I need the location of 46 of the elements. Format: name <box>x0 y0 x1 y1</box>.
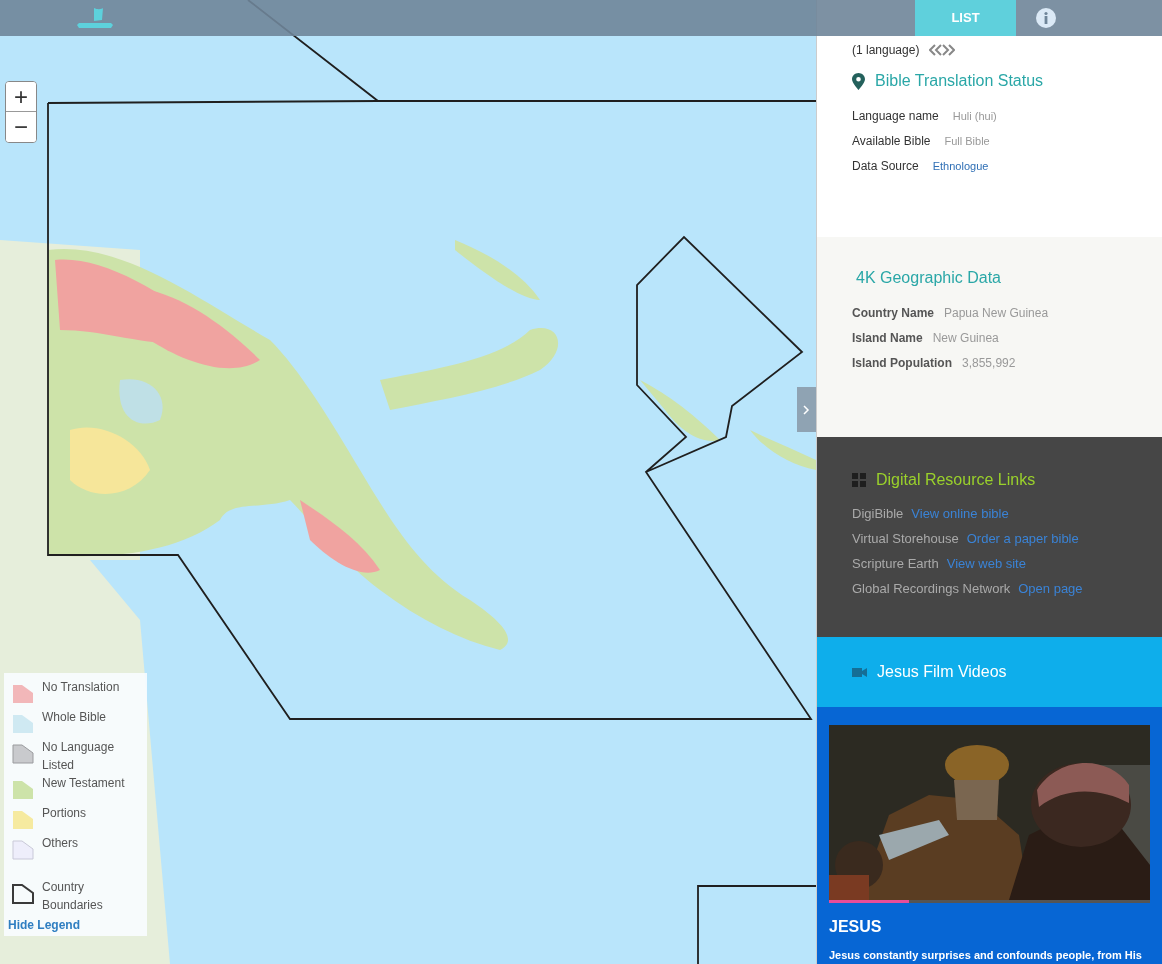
field-label: Island Name <box>852 330 923 347</box>
section-title: Digital Resource Links <box>876 470 1036 490</box>
field-label: Data Source <box>852 158 919 175</box>
field-label: Country Name <box>852 305 934 322</box>
section-title: Bible Translation Status <box>875 71 1044 91</box>
legend-label: Others <box>42 835 79 852</box>
next-icon[interactable] <box>942 44 956 56</box>
previous-icon[interactable] <box>929 44 943 56</box>
panel-toggle-button[interactable] <box>797 387 816 432</box>
data-source-link[interactable]: Ethnologue <box>932 158 989 175</box>
legend-label: Portions <box>42 805 88 822</box>
field-value: Papua New Guinea <box>944 305 1049 322</box>
list-tab[interactable]: LIST <box>915 0 1016 36</box>
legend-label: No Translation <box>42 679 121 696</box>
legend-label: No Language Listed <box>42 739 116 774</box>
resource-label: Scripture Earth <box>852 555 939 573</box>
resource-link[interactable]: Order a paper bible <box>966 529 1079 549</box>
resource-label: Global Recordings Network <box>852 580 1011 598</box>
chevron-right-icon <box>803 404 810 415</box>
resource-link[interactable]: View online bible <box>911 504 1009 524</box>
video-description: Jesus constantly surprises and confounds people, from His <box>829 948 1143 963</box>
legend-label: Whole Bible <box>42 709 108 726</box>
resource-link[interactable]: View web site <box>946 554 1026 574</box>
section-title: 4K Geographic Data <box>856 268 1002 288</box>
boat-logo-icon[interactable] <box>76 6 114 30</box>
resource-label: Virtual Storehouse <box>852 530 959 548</box>
language-count: (1 language) <box>852 42 920 59</box>
legend-label: New Testament <box>42 775 126 792</box>
field-value: Huli (hui) <box>952 109 997 124</box>
zoom-in-button[interactable]: + <box>6 82 36 112</box>
field-label: Available Bible <box>852 133 931 150</box>
legend-label: Country Boundaries <box>42 879 104 914</box>
map-pin-icon <box>852 72 865 90</box>
field-value: 3,855,992 <box>962 355 1016 372</box>
video-title: JESUS <box>829 917 883 937</box>
video-camera-icon <box>852 666 867 678</box>
field-label: Language name <box>852 108 939 125</box>
field-label: Island Population <box>852 355 952 372</box>
info-icon[interactable] <box>1035 7 1057 29</box>
field-value: New Guinea <box>932 330 999 347</box>
grid-icon <box>852 473 866 487</box>
resource-label: DigiBible <box>852 505 904 523</box>
hide-legend-link[interactable]: Hide Legend <box>8 916 147 934</box>
field-value: Full Bible <box>944 134 990 149</box>
section-title: Jesus Film Videos <box>877 662 1007 682</box>
resource-link[interactable]: Open page <box>1018 579 1083 599</box>
